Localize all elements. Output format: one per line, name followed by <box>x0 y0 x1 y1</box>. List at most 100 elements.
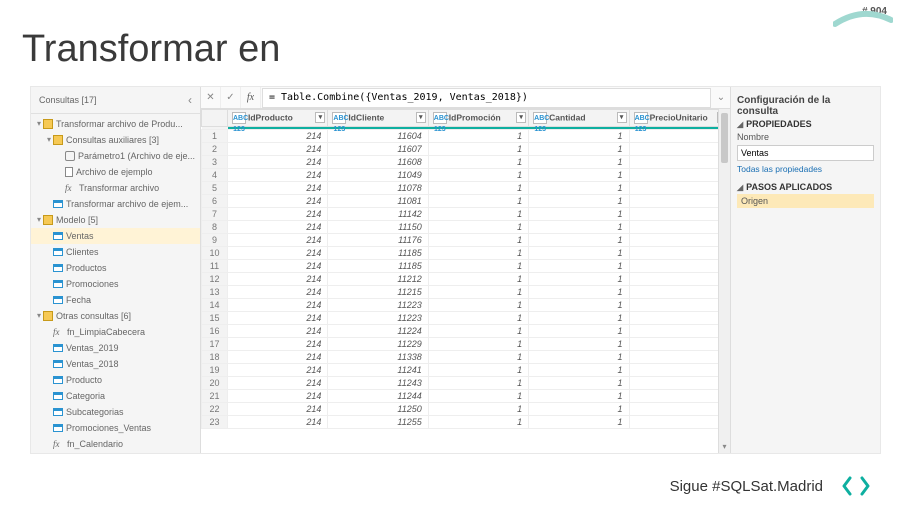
data-cell[interactable]: 214 <box>228 325 328 338</box>
query-tree-item[interactable]: Transformar archivo de ejem... <box>31 196 200 212</box>
all-properties-link[interactable]: Todas las propiedades <box>737 164 874 174</box>
data-cell[interactable]: 11229 <box>328 338 428 351</box>
data-cell[interactable]: 11142 <box>328 208 428 221</box>
data-cell[interactable]: 1 <box>428 195 528 208</box>
data-cell[interactable]: 11215 <box>328 286 428 299</box>
data-cell[interactable]: 1 <box>529 286 629 299</box>
table-row[interactable]: 62141108111 <box>202 195 730 208</box>
data-cell[interactable]: 11241 <box>328 364 428 377</box>
data-cell[interactable]: 1 <box>529 377 629 390</box>
data-cell[interactable]: 214 <box>228 234 328 247</box>
data-cell[interactable]: 214 <box>228 390 328 403</box>
data-cell[interactable]: 214 <box>228 351 328 364</box>
table-row[interactable]: 32141160811 <box>202 156 730 169</box>
data-cell[interactable]: 214 <box>228 273 328 286</box>
query-tree-item[interactable]: fxfn_Calendario <box>31 436 200 452</box>
table-row[interactable]: 132141121511 <box>202 286 730 299</box>
data-cell[interactable]: 1 <box>428 338 528 351</box>
data-cell[interactable] <box>629 286 729 299</box>
table-row[interactable]: 162141122411 <box>202 325 730 338</box>
data-cell[interactable]: 1 <box>428 182 528 195</box>
table-row[interactable]: 172141122911 <box>202 338 730 351</box>
query-tree-item[interactable]: Ventas_2019 <box>31 340 200 356</box>
scroll-thumb[interactable] <box>721 113 728 163</box>
data-cell[interactable]: 214 <box>228 286 328 299</box>
table-row[interactable]: 52141107811 <box>202 182 730 195</box>
data-cell[interactable]: 1 <box>428 286 528 299</box>
collapse-pane-icon[interactable]: ‹ <box>188 93 192 107</box>
data-cell[interactable]: 1 <box>529 416 629 429</box>
data-cell[interactable] <box>629 416 729 429</box>
data-cell[interactable]: 1 <box>428 143 528 156</box>
query-tree-item[interactable]: Ventas_2018 <box>31 356 200 372</box>
data-cell[interactable]: 1 <box>428 377 528 390</box>
query-name-input[interactable] <box>737 145 874 161</box>
data-cell[interactable]: 1 <box>529 390 629 403</box>
table-row[interactable]: 22141160711 <box>202 143 730 156</box>
query-tree-item[interactable]: Producto <box>31 372 200 388</box>
query-tree-item[interactable]: Categoria <box>31 388 200 404</box>
data-cell[interactable]: 11185 <box>328 260 428 273</box>
data-cell[interactable]: 1 <box>529 273 629 286</box>
data-cell[interactable]: 11212 <box>328 273 428 286</box>
data-cell[interactable]: 214 <box>228 182 328 195</box>
data-cell[interactable]: 214 <box>228 403 328 416</box>
data-cell[interactable]: 1 <box>428 260 528 273</box>
formula-cancel-button[interactable]: ✕ <box>201 87 221 108</box>
table-row[interactable]: 232141125511 <box>202 416 730 429</box>
column-header[interactable]: ABC123IdPromoción▾ <box>428 110 528 127</box>
data-cell[interactable]: 11078 <box>328 182 428 195</box>
data-cell[interactable]: 11150 <box>328 221 428 234</box>
data-cell[interactable] <box>629 156 729 169</box>
query-tree-item[interactable]: Promociones_Ventas <box>31 420 200 436</box>
table-row[interactable]: 152141122311 <box>202 312 730 325</box>
query-tree-item[interactable]: Subcategorias <box>31 404 200 420</box>
data-cell[interactable]: 1 <box>529 247 629 260</box>
data-cell[interactable] <box>629 247 729 260</box>
column-header[interactable]: ABC123Cantidad▾ <box>529 110 629 127</box>
query-tree-item[interactable]: Fecha <box>31 292 200 308</box>
data-cell[interactable] <box>629 143 729 156</box>
data-cell[interactable] <box>629 325 729 338</box>
data-cell[interactable]: 1 <box>529 156 629 169</box>
table-row[interactable]: 92141117611 <box>202 234 730 247</box>
scroll-down-icon[interactable]: ▾ <box>719 441 730 453</box>
table-row[interactable]: 222141125011 <box>202 403 730 416</box>
vertical-scrollbar[interactable]: ▴ ▾ <box>718 109 730 453</box>
data-cell[interactable]: 11049 <box>328 169 428 182</box>
data-cell[interactable]: 1 <box>428 221 528 234</box>
data-cell[interactable] <box>629 182 729 195</box>
data-cell[interactable]: 1 <box>428 403 528 416</box>
data-cell[interactable]: 11176 <box>328 234 428 247</box>
data-cell[interactable]: 1 <box>428 208 528 221</box>
data-cell[interactable]: 11081 <box>328 195 428 208</box>
data-cell[interactable]: 214 <box>228 156 328 169</box>
data-cell[interactable]: 1 <box>529 312 629 325</box>
data-cell[interactable]: 1 <box>428 312 528 325</box>
data-cell[interactable] <box>629 377 729 390</box>
data-cell[interactable]: 1 <box>529 208 629 221</box>
column-header[interactable]: ABC123IdProducto▾ <box>228 110 328 127</box>
column-header[interactable]: ABC123PrecioUnitario▾ <box>629 110 729 127</box>
data-cell[interactable]: 214 <box>228 143 328 156</box>
data-cell[interactable]: 1 <box>529 351 629 364</box>
data-cell[interactable]: 11244 <box>328 390 428 403</box>
table-row[interactable]: 102141118511 <box>202 247 730 260</box>
data-cell[interactable]: 11185 <box>328 247 428 260</box>
data-cell[interactable]: 1 <box>529 234 629 247</box>
query-tree-item[interactable]: Promociones <box>31 276 200 292</box>
fx-icon[interactable]: fx <box>241 87 261 108</box>
formula-accept-button[interactable]: ✓ <box>221 87 241 108</box>
data-cell[interactable] <box>629 260 729 273</box>
data-cell[interactable]: 214 <box>228 169 328 182</box>
data-cell[interactable]: 1 <box>428 247 528 260</box>
data-cell[interactable]: 1 <box>428 273 528 286</box>
data-cell[interactable] <box>629 312 729 325</box>
data-cell[interactable]: 214 <box>228 416 328 429</box>
data-cell[interactable] <box>629 338 729 351</box>
data-cell[interactable]: 1 <box>529 182 629 195</box>
properties-section-header[interactable]: ◢PROPIEDADES <box>737 119 874 129</box>
table-row[interactable]: 142141122311 <box>202 299 730 312</box>
table-row[interactable]: 82141115011 <box>202 221 730 234</box>
table-row[interactable]: 122141121211 <box>202 273 730 286</box>
